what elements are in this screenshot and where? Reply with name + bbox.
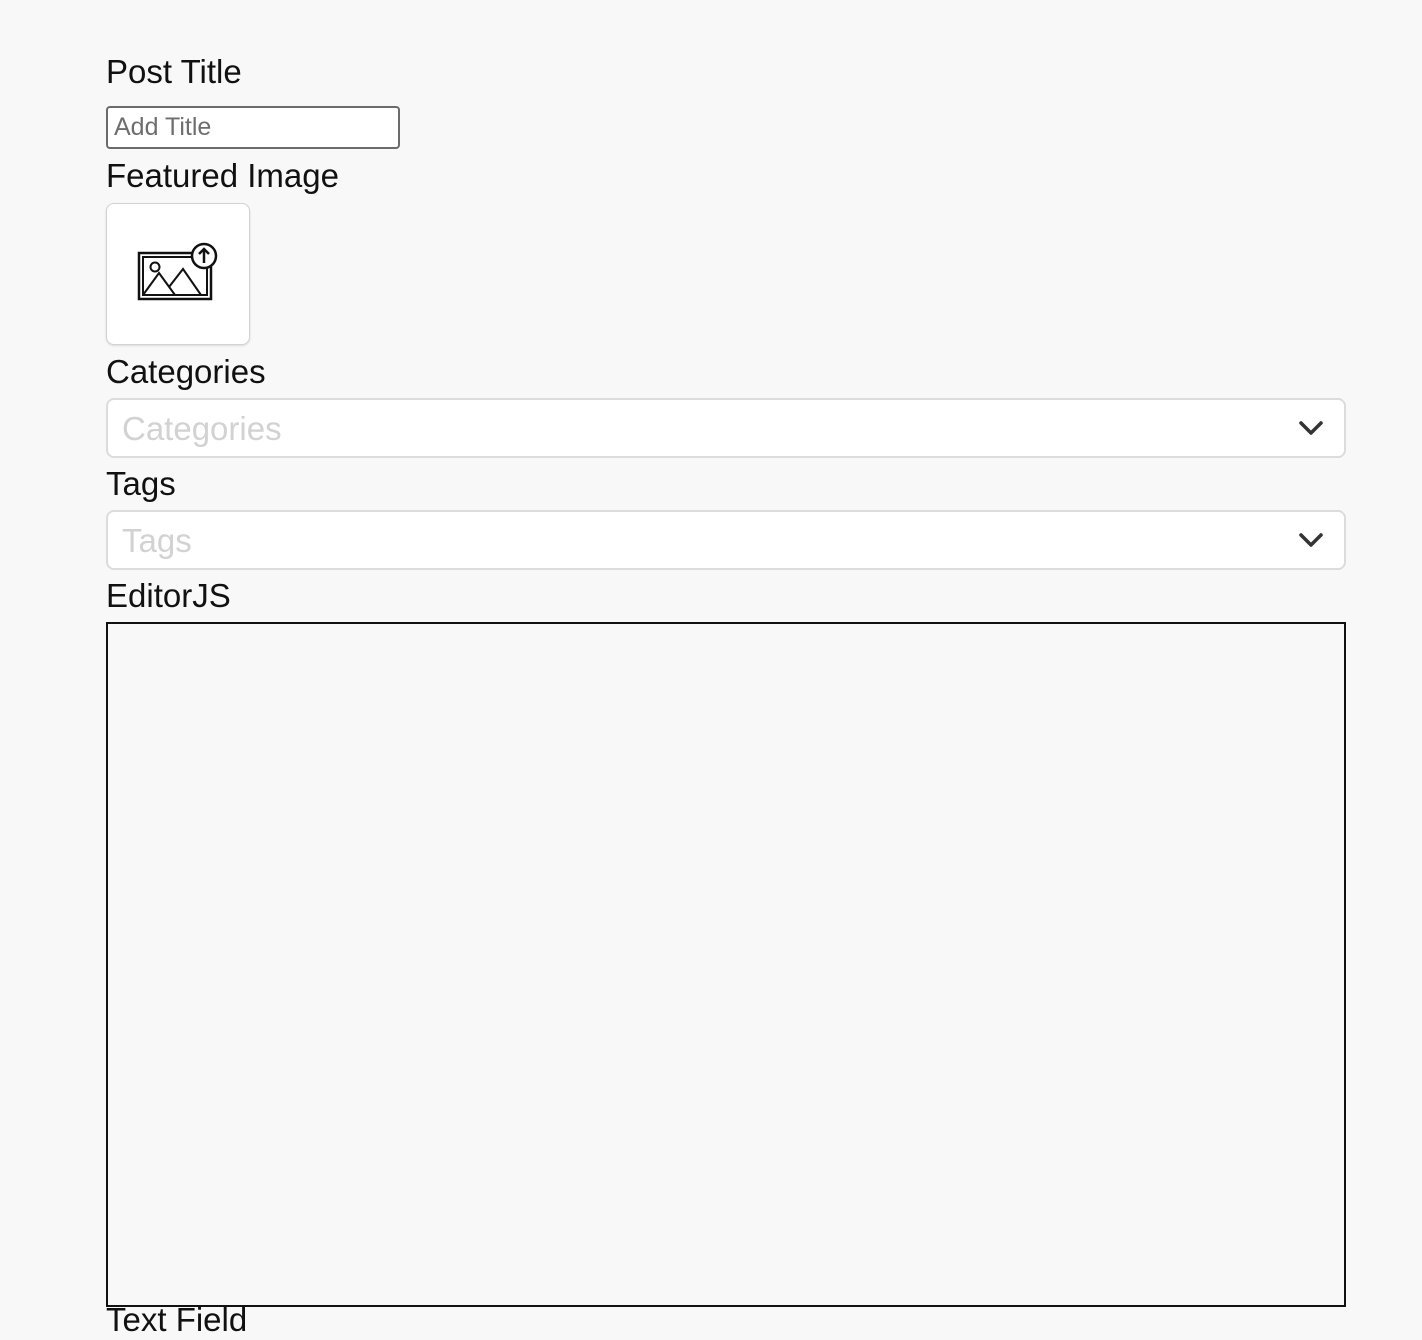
image-upload-icon bbox=[137, 241, 219, 308]
chevron-down-icon bbox=[1298, 418, 1324, 438]
featured-image-label: Featured Image bbox=[106, 157, 339, 194]
categories-label: Categories bbox=[106, 353, 266, 390]
tags-placeholder: Tags bbox=[122, 522, 192, 559]
editorjs-label: EditorJS bbox=[106, 577, 231, 614]
text-field-label: Text Field bbox=[106, 1301, 248, 1338]
categories-select[interactable]: Categories bbox=[106, 398, 1346, 458]
post-title-input[interactable] bbox=[106, 106, 400, 149]
chevron-down-icon bbox=[1298, 530, 1324, 550]
post-title-label: Post Title bbox=[106, 53, 242, 90]
tags-label: Tags bbox=[106, 465, 176, 502]
editorjs-editor[interactable] bbox=[106, 622, 1346, 1307]
featured-image-upload-button[interactable] bbox=[106, 203, 250, 345]
categories-placeholder: Categories bbox=[122, 410, 282, 447]
tags-select[interactable]: Tags bbox=[106, 510, 1346, 570]
